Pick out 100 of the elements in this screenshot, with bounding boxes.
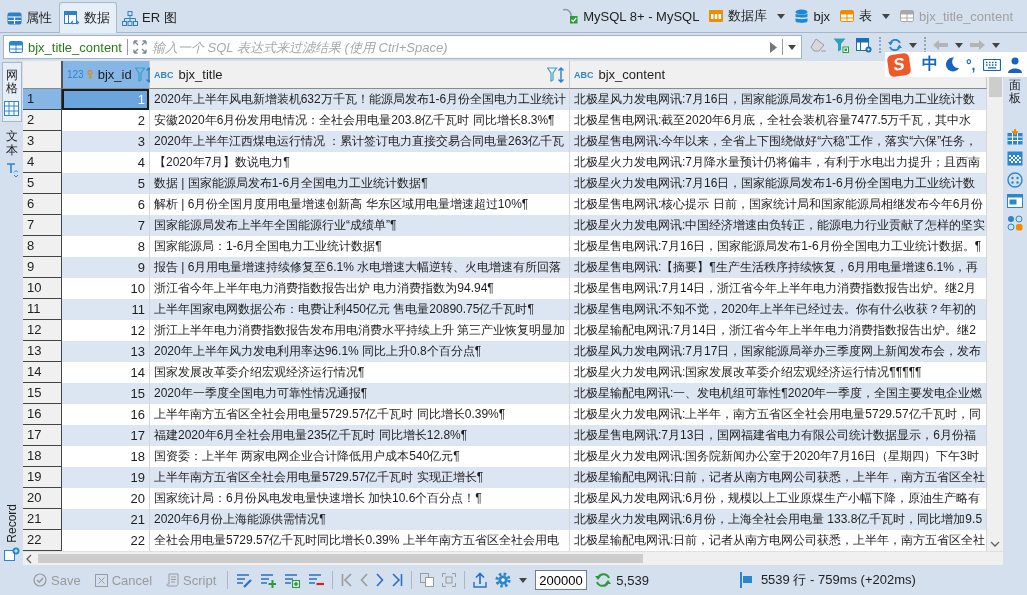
row-number[interactable]: 17 <box>23 425 62 446</box>
horizontal-scrollbar[interactable] <box>23 551 1003 565</box>
caret-icon[interactable] <box>519 577 528 583</box>
view-tab[interactable]: 数据 <box>59 2 117 33</box>
type-label: ABC <box>574 69 594 80</box>
calendar-icon[interactable] <box>1007 129 1023 146</box>
eraser-icon[interactable] <box>810 38 826 52</box>
moon-icon[interactable] <box>945 57 959 72</box>
scrollbar-thumb[interactable] <box>38 554 643 563</box>
row-number[interactable]: 20 <box>23 488 62 509</box>
row-number[interactable]: 5 <box>23 173 62 194</box>
window-icon[interactable] <box>1007 194 1023 210</box>
upload-icon[interactable] <box>473 572 488 588</box>
first-page-icon[interactable] <box>341 573 353 587</box>
breadcrumb-item[interactable]: MySQL 8+ - MySQL <box>562 8 700 24</box>
table-cell: 7 <box>62 215 150 236</box>
chevron-down-icon[interactable] <box>990 541 1000 547</box>
copy-icon[interactable] <box>420 573 435 587</box>
play-icon[interactable] <box>770 41 777 53</box>
caret-icon[interactable] <box>992 42 1000 48</box>
shapes-icon[interactable] <box>1007 215 1023 232</box>
row-number[interactable]: 11 <box>23 299 62 320</box>
side-tab[interactable]: 面板 <box>1009 77 1021 108</box>
scrollbar-thumb[interactable] <box>988 75 1002 97</box>
table-cell: 11 <box>62 299 150 320</box>
table-cell: 1 <box>62 89 150 110</box>
check-circle-icon <box>33 573 47 587</box>
refresh-icon[interactable] <box>888 39 902 51</box>
row-number[interactable]: 14 <box>23 362 62 383</box>
filter-icon[interactable] <box>833 37 849 53</box>
caret-icon[interactable] <box>777 13 786 19</box>
row-number[interactable]: 1 <box>23 89 62 110</box>
grid-code-icon <box>64 10 80 26</box>
chevron-right-icon[interactable] <box>376 573 385 587</box>
table-cell: 21 <box>62 509 150 530</box>
column-name: bjx_title <box>178 67 223 82</box>
side-tab[interactable]: 文本 <box>1 123 22 184</box>
row-number[interactable]: 8 <box>23 236 62 257</box>
row-number[interactable]: 16 <box>23 404 62 425</box>
delete-row-icon[interactable] <box>308 572 325 588</box>
table-cell: 上半年国家电网数据公布：电费让利450亿元 售电量20890.75亿千瓦时¶ <box>150 299 570 320</box>
expand-icon[interactable] <box>132 40 147 54</box>
row-number[interactable]: 19 <box>23 467 62 488</box>
view-tab[interactable]: 属性 <box>2 2 59 33</box>
chevron-left-icon[interactable] <box>26 553 32 564</box>
table-cell: 9 <box>62 257 150 278</box>
frame-icon[interactable] <box>442 573 457 587</box>
database-icon <box>795 8 809 24</box>
column-header[interactable]: 123 bjx_id <box>62 61 150 89</box>
breadcrumb-item[interactable]: 表 <box>840 7 873 25</box>
refresh-icon[interactable] <box>595 573 612 587</box>
row-number[interactable]: 21 <box>23 509 62 530</box>
row-number[interactable]: 7 <box>23 215 62 236</box>
row-number[interactable]: 9 <box>23 257 62 278</box>
row-number[interactable]: 2 <box>23 110 62 131</box>
filter-sort-icon[interactable] <box>134 66 153 83</box>
checkered-grid-icon[interactable] <box>1007 151 1023 167</box>
breadcrumb-item[interactable]: bjx <box>795 8 831 24</box>
scroll-icon <box>166 573 180 587</box>
caret-icon[interactable] <box>882 13 891 19</box>
fetch-size-input[interactable]: 200000 <box>535 570 588 590</box>
breadcrumb-item[interactable]: 数据库 <box>709 7 768 25</box>
table-cell: 19 <box>62 467 150 488</box>
column-header[interactable]: ABC bjx_title <box>150 61 570 89</box>
record-icon <box>3 547 20 561</box>
row-number[interactable]: 18 <box>23 446 62 467</box>
table-cell: 北极星输配电网讯:日前，记者从南方电网公司获悉，上半年，南方五省区全社 <box>570 467 987 488</box>
record-button[interactable]: Record <box>3 504 20 565</box>
duplicate-row-icon[interactable] <box>284 572 301 588</box>
row-number[interactable]: 3 <box>23 131 62 152</box>
table-cell: 北极星风力发电网讯:7月17日，国家能源局举办三季度网上新闻发布会，发布 <box>570 341 987 362</box>
table-icon <box>900 10 915 22</box>
edit-rows-icon[interactable] <box>236 572 253 588</box>
table-cell: 数据 | 国家能源局发布1-6月全国电力工业统计数据¶ <box>150 173 570 194</box>
add-row-icon[interactable] <box>260 572 277 588</box>
user-icon[interactable] <box>1007 56 1022 73</box>
view-tab[interactable]: ER 图 <box>117 2 184 33</box>
side-tab[interactable]: 网格 <box>1 62 22 123</box>
row-number[interactable]: 6 <box>23 194 62 215</box>
filter-sort-icon[interactable] <box>547 66 565 83</box>
grid-icon <box>4 101 19 117</box>
dotted-circle-icon[interactable] <box>1007 172 1023 189</box>
row-number[interactable]: 13 <box>23 341 62 362</box>
keyboard-icon[interactable] <box>982 58 1001 71</box>
table-cell: 17 <box>62 425 150 446</box>
table-cell: 2020年上半年江西煤电运行情况 ：累计签订电力直接交易合同电量263亿千瓦 <box>150 131 570 152</box>
gear-icon[interactable] <box>495 572 512 588</box>
row-number[interactable]: 22 <box>23 530 62 551</box>
last-page-icon[interactable] <box>392 573 404 587</box>
row-number[interactable]: 4 <box>23 152 62 173</box>
caret-icon[interactable] <box>909 42 917 48</box>
table-settings-icon[interactable] <box>856 37 872 53</box>
row-number[interactable]: 10 <box>23 278 62 299</box>
table-cell: 上半年南方五省区全社会用电量5729.57亿千瓦时 实现正增长¶ <box>150 467 570 488</box>
row-number[interactable]: 12 <box>23 320 62 341</box>
caret-icon[interactable] <box>788 44 796 50</box>
row-number[interactable]: 15 <box>23 383 62 404</box>
caret-icon[interactable] <box>955 42 963 48</box>
catalog-icon <box>709 10 724 22</box>
table-cell: 5 <box>62 173 150 194</box>
